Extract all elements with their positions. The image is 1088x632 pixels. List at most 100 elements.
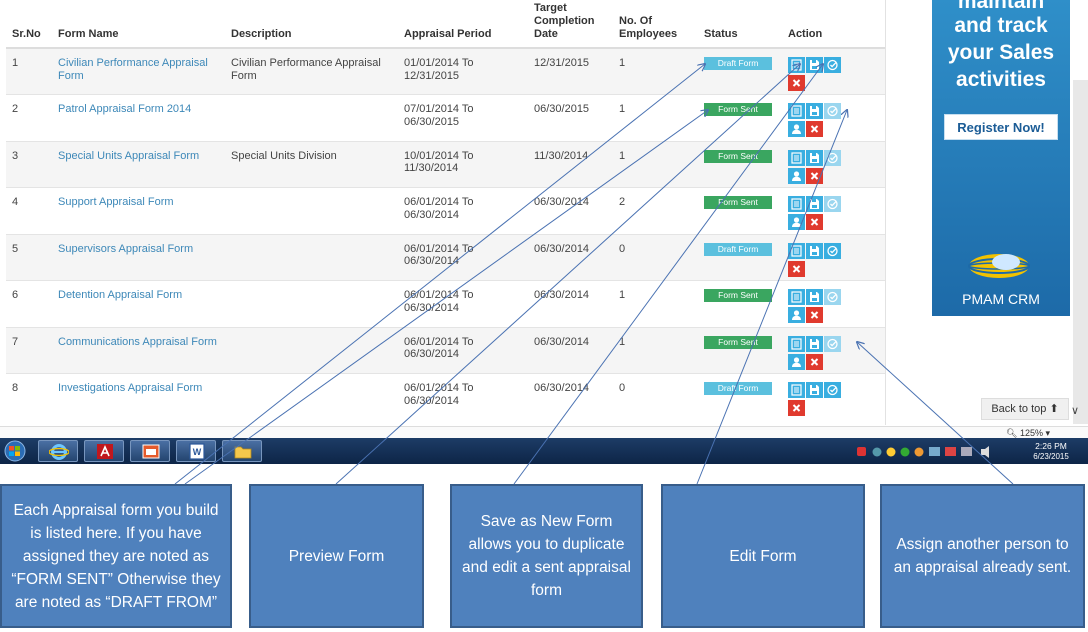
form-name-link[interactable]: Special Units Appraisal Form	[58, 150, 199, 162]
delete-form-button[interactable]	[806, 353, 823, 370]
back-to-top-label: Back to top	[991, 403, 1047, 415]
page-scrollbar[interactable]	[1073, 80, 1088, 424]
header-form-name[interactable]: Form Name	[52, 0, 225, 49]
cell-employees: 1	[613, 326, 698, 374]
form-name-link[interactable]: Support Appraisal Form	[58, 196, 174, 208]
cell-target-date: 06/30/2014	[528, 373, 613, 420]
preview-form-button[interactable]	[788, 289, 805, 305]
delete-form-button[interactable]	[788, 75, 805, 91]
header-appraisal-period[interactable]: Appraisal Period	[398, 0, 528, 49]
cell-srno: 4	[6, 187, 52, 234]
assign-person-button[interactable]	[788, 353, 805, 370]
taskbar-internet-explorer[interactable]	[38, 440, 78, 462]
taskbar-adobe-reader[interactable]	[84, 440, 124, 462]
assign-person-button[interactable]	[788, 121, 805, 137]
chevron-down-icon[interactable]: ∨	[1071, 404, 1079, 417]
edit-form-button[interactable]	[824, 335, 841, 352]
edit-form-button[interactable]	[824, 149, 841, 166]
floppy-save-icon	[806, 57, 823, 73]
form-name-link[interactable]: Investigations Appraisal Form	[58, 382, 202, 394]
delete-form-button[interactable]	[806, 167, 823, 184]
save-as-new-form-button[interactable]	[806, 149, 823, 166]
header-employees[interactable]: No. Of Employees	[613, 0, 698, 49]
save-as-new-form-button[interactable]	[806, 57, 823, 73]
preview-form-button[interactable]	[788, 57, 805, 73]
delete-form-button[interactable]	[788, 400, 805, 416]
appraisal-forms-table-container: Sr.No Form Name Description Appraisal Pe…	[6, 0, 886, 425]
edit-form-button[interactable]	[824, 57, 841, 73]
delete-form-button[interactable]	[806, 214, 823, 230]
header-description[interactable]: Description	[225, 0, 398, 49]
period-from: 10/01/2014 To	[404, 149, 474, 162]
status-badge: Form Sent	[704, 149, 772, 163]
taskbar-file-explorer[interactable]	[222, 440, 262, 462]
adobe-reader-icon	[97, 444, 113, 459]
assign-person-button[interactable]	[788, 214, 805, 230]
save-as-new-form-button[interactable]	[806, 242, 823, 259]
cell-appraisal-period: 06/01/2014 To 06/30/2014	[398, 280, 528, 327]
taskbar-outlook[interactable]	[130, 440, 170, 462]
table-row: 4 Support Appraisal Form 06/01/2014 To 06/3…	[6, 187, 885, 234]
save-as-new-form-button[interactable]	[806, 289, 823, 305]
callout-preview-form: Preview Form	[249, 484, 424, 628]
edit-form-button[interactable]	[824, 196, 841, 212]
back-to-top-button[interactable]: Back to top ⬆	[981, 398, 1069, 420]
header-employees-line1: No. Of	[619, 15, 652, 27]
cell-description	[225, 94, 398, 141]
taskbar-clock-date[interactable]: 6/23/2015	[1026, 452, 1076, 461]
header-target-date[interactable]: Target Completion Date	[528, 0, 613, 49]
status-badge: Form Sent	[704, 289, 772, 302]
callout-form-list: Each Appraisal form you build is listed …	[0, 484, 232, 628]
cell-description	[225, 280, 398, 327]
edit-form-button[interactable]	[824, 103, 841, 119]
save-as-new-form-button[interactable]	[806, 335, 823, 352]
form-name-link[interactable]: Detention Appraisal Form	[58, 289, 182, 301]
cell-form-name: Patrol Appraisal Form 2014	[52, 94, 225, 141]
status-badge: Form Sent	[704, 335, 772, 349]
preview-form-button[interactable]	[788, 242, 805, 259]
cell-status: Draft Form	[698, 233, 782, 281]
floppy-save-icon	[806, 336, 823, 352]
header-status[interactable]: Status	[698, 0, 782, 49]
callout-preview-form-text: Preview Form	[288, 547, 385, 565]
edit-check-icon	[824, 289, 841, 305]
cell-employees: 2	[613, 187, 698, 234]
delete-form-button[interactable]	[806, 121, 823, 137]
table-row: 3 Special Units Appraisal Form Special Uni…	[6, 140, 885, 188]
system-tray-icons[interactable]	[855, 445, 1015, 459]
preview-form-button[interactable]	[788, 149, 805, 166]
edit-form-button[interactable]	[824, 382, 841, 398]
cell-target-date: 11/30/2014	[528, 140, 613, 188]
taskbar-clock-time[interactable]: 2:26 PM	[1026, 441, 1076, 451]
taskbar-word[interactable]: W	[176, 440, 216, 462]
pmam-crm-ad[interactable]: maintain and track your Sales activities…	[932, 0, 1070, 316]
cell-form-name: Support Appraisal Form	[52, 187, 225, 234]
preview-form-button[interactable]	[788, 103, 805, 119]
callout-assign-person: Assign another person to an appraisal al…	[880, 484, 1085, 628]
register-now-button[interactable]: Register Now!	[944, 114, 1058, 140]
form-name-link[interactable]: Patrol Appraisal Form 2014	[58, 103, 191, 115]
edit-form-button[interactable]	[824, 289, 841, 305]
form-name-link[interactable]: Civilian Performance Appraisal Form	[58, 57, 208, 82]
zoom-icon: 🔍︎	[1006, 428, 1018, 438]
assign-person-button[interactable]	[788, 167, 805, 184]
delete-form-button[interactable]	[806, 307, 823, 323]
cell-srno: 1	[6, 47, 52, 95]
save-as-new-form-button[interactable]	[806, 103, 823, 119]
preview-form-button[interactable]	[788, 335, 805, 352]
save-as-new-form-button[interactable]	[806, 196, 823, 212]
callout-form-list-text: Each Appraisal form you build is listed …	[11, 501, 221, 611]
cell-employees: 0	[613, 233, 698, 281]
delete-form-button[interactable]	[788, 260, 805, 277]
calendar-app-icon	[142, 444, 160, 459]
cell-description	[225, 233, 398, 281]
windows-start-icon[interactable]	[0, 440, 30, 462]
edit-form-button[interactable]	[824, 242, 841, 259]
form-name-link[interactable]: Supervisors Appraisal Form	[58, 243, 193, 255]
cell-appraisal-period: 10/01/2014 To 11/30/2014	[398, 140, 528, 188]
save-as-new-form-button[interactable]	[806, 382, 823, 398]
preview-form-button[interactable]	[788, 196, 805, 212]
assign-person-button[interactable]	[788, 307, 805, 323]
form-name-link[interactable]: Communications Appraisal Form	[58, 336, 217, 348]
preview-form-button[interactable]	[788, 382, 805, 398]
